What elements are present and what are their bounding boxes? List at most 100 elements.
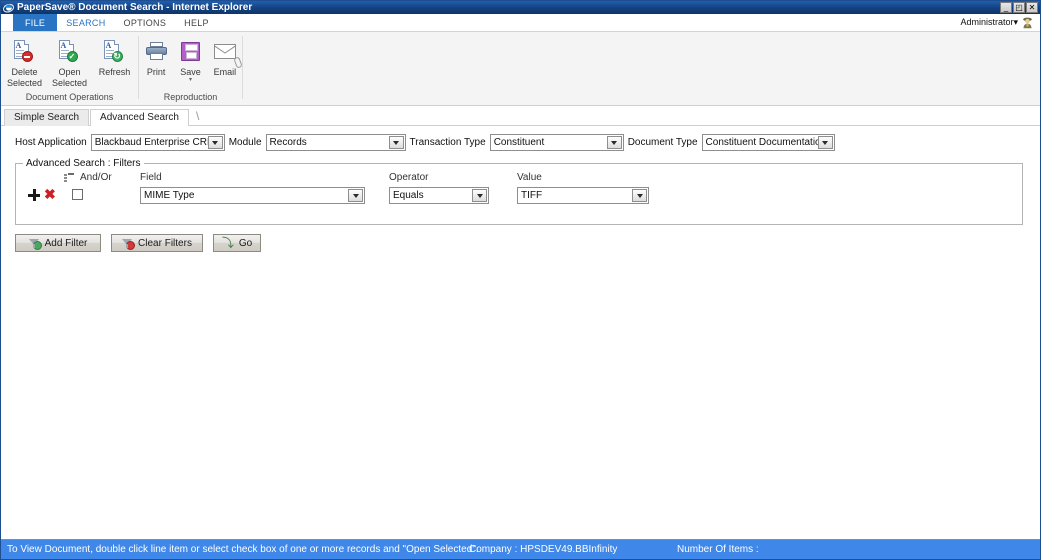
advanced-search-filters-group: Advanced Search : Filters And/Or Field O… bbox=[15, 158, 1023, 225]
ie-icon bbox=[2, 2, 15, 13]
document-delete-icon: A bbox=[11, 39, 39, 65]
document-type-value: Constituent Documentation bbox=[705, 137, 827, 148]
chevron-down-icon[interactable] bbox=[348, 189, 363, 202]
restore-button[interactable]: ◰ bbox=[1013, 2, 1025, 13]
ribbon-group-reproduction: Print Save ▾ Email Reproduction bbox=[139, 32, 243, 105]
user-menu[interactable]: Administrator▾ bbox=[960, 14, 1040, 31]
chevron-down-icon[interactable] bbox=[817, 136, 833, 149]
tab-simple-search[interactable]: Simple Search bbox=[4, 109, 90, 126]
filter-field-value: MIME Type bbox=[144, 190, 195, 201]
filter-value-select[interactable]: TIFF bbox=[517, 187, 649, 204]
print-label: Print bbox=[146, 67, 166, 77]
filter-row-checkbox[interactable] bbox=[72, 189, 83, 200]
chevron-down-icon[interactable] bbox=[472, 189, 487, 202]
print-button[interactable]: Print bbox=[139, 35, 173, 92]
ribbon-group-title-reproduction: Reproduction bbox=[163, 92, 218, 102]
status-item-count: Number Of Items : bbox=[677, 544, 759, 555]
application-window: PaperSave® Document Search - Internet Ex… bbox=[0, 0, 1041, 560]
user-menu-label: Administrator▾ bbox=[960, 17, 1018, 27]
tab-strip-tail: \ bbox=[195, 109, 200, 123]
search-criteria-bar: Host Application Blackbaud Enterprise CR… bbox=[1, 126, 1040, 151]
user-avatar-icon bbox=[1021, 16, 1034, 29]
minimize-button[interactable]: _ bbox=[1000, 2, 1012, 13]
title-bar: PaperSave® Document Search - Internet Ex… bbox=[1, 1, 1040, 14]
ribbon-separator-end bbox=[242, 36, 243, 99]
go-button[interactable]: ⤵ Go bbox=[213, 234, 261, 252]
module-value: Records bbox=[269, 137, 307, 148]
transaction-type-label: Transaction Type bbox=[409, 137, 486, 148]
ribbon-group-items: Print Save ▾ Email bbox=[139, 35, 243, 92]
ribbon-toolbar: A Delete Selected A ✓ Open Selected A ↻ … bbox=[1, 32, 1040, 106]
ribbon-group-items: A Delete Selected A ✓ Open Selected A ↻ … bbox=[1, 35, 138, 92]
window-controls: _ ◰ ✕ bbox=[1000, 2, 1039, 13]
chevron-down-icon[interactable] bbox=[388, 136, 404, 149]
go-arrow-icon: ⤵ bbox=[221, 235, 234, 250]
content-area: Host Application Blackbaud Enterprise CR… bbox=[1, 126, 1040, 411]
chevron-down-icon[interactable] bbox=[632, 189, 647, 202]
ribbon-group-title-document-operations: Document Operations bbox=[25, 92, 114, 102]
status-message: To View Document, double click line item… bbox=[7, 544, 479, 555]
menu-item-help[interactable]: HELP bbox=[175, 14, 218, 31]
title-bar-left: PaperSave® Document Search - Internet Ex… bbox=[2, 2, 1000, 13]
refresh-label: Refresh bbox=[98, 67, 131, 77]
refresh-button[interactable]: A Refresh bbox=[92, 35, 137, 92]
document-open-icon: A bbox=[56, 39, 84, 65]
filter-row: ✖ MIME Type Equals TIFF bbox=[16, 187, 1022, 208]
funnel-clear-icon bbox=[122, 238, 136, 250]
transaction-type-select[interactable]: Constituent bbox=[489, 134, 624, 151]
module-label: Module bbox=[228, 137, 262, 148]
status-bar: To View Document, double click line item… bbox=[1, 539, 1040, 559]
column-header-operator: Operator bbox=[389, 172, 429, 183]
envelope-attachment-icon bbox=[211, 39, 243, 69]
email-label: Email bbox=[213, 67, 237, 77]
add-filter-button[interactable]: Add Filter bbox=[15, 234, 101, 252]
menu-item-file[interactable]: FILE bbox=[13, 14, 58, 31]
tab-advanced-search[interactable]: Advanced Search bbox=[90, 109, 189, 126]
host-application-value: Blackbaud Enterprise CRM bbox=[94, 137, 216, 148]
chevron-down-icon[interactable] bbox=[207, 136, 223, 149]
delete-selected-button[interactable]: A Delete Selected bbox=[2, 35, 47, 92]
document-refresh-icon: A bbox=[101, 39, 129, 65]
clear-filters-button[interactable]: Clear Filters bbox=[111, 234, 203, 252]
save-button[interactable]: Save ▾ bbox=[173, 35, 207, 92]
window-title: PaperSave® Document Search - Internet Ex… bbox=[17, 2, 253, 13]
host-application-label: Host Application bbox=[15, 137, 87, 148]
filter-operator-value: Equals bbox=[393, 190, 424, 201]
transaction-type-value: Constituent bbox=[493, 137, 545, 148]
filters-group-title: Advanced Search : Filters bbox=[23, 158, 144, 169]
module-select[interactable]: Records bbox=[265, 134, 406, 151]
status-company: Company : HPSDEV49.BBInfinity bbox=[469, 544, 618, 555]
ribbon-group-document-operations: A Delete Selected A ✓ Open Selected A ↻ … bbox=[1, 32, 138, 105]
search-tabs: Simple Search Advanced Search \ bbox=[1, 106, 1040, 126]
menu-item-search[interactable]: SEARCH bbox=[57, 14, 114, 31]
column-header-value: Value bbox=[517, 172, 542, 183]
filter-field-select[interactable]: MIME Type bbox=[140, 187, 365, 204]
document-type-select[interactable]: Constituent Documentation bbox=[701, 134, 835, 151]
host-application-select[interactable]: Blackbaud Enterprise CRM bbox=[90, 134, 225, 151]
column-header-andor: And/Or bbox=[80, 172, 112, 183]
open-selected-label: Open Selected bbox=[51, 67, 88, 88]
close-button[interactable]: ✕ bbox=[1026, 2, 1038, 13]
filter-value-value: TIFF bbox=[521, 190, 543, 201]
add-filter-row-icon[interactable] bbox=[28, 189, 40, 201]
open-selected-button[interactable]: A Open Selected bbox=[47, 35, 92, 92]
delete-filter-row-icon[interactable]: ✖ bbox=[44, 187, 57, 201]
delete-selected-label: Delete Selected bbox=[6, 67, 43, 88]
document-type-label: Document Type bbox=[627, 137, 698, 148]
email-button[interactable]: Email bbox=[208, 35, 243, 92]
menu-bar: FILE SEARCH OPTIONS HELP Administrator▾ bbox=[1, 14, 1040, 32]
filter-list-icon bbox=[64, 173, 74, 183]
filters-column-headers: And/Or Field Operator Value bbox=[16, 172, 1022, 186]
printer-icon bbox=[142, 39, 170, 65]
filter-actions: Add Filter Clear Filters ⤵ Go bbox=[15, 234, 1040, 252]
funnel-add-icon bbox=[28, 238, 42, 250]
clear-filters-label: Clear Filters bbox=[138, 237, 192, 249]
chevron-down-icon[interactable] bbox=[606, 136, 622, 149]
chevron-down-icon[interactable]: ▾ bbox=[189, 77, 192, 83]
add-filter-label: Add Filter bbox=[44, 237, 88, 249]
filter-operator-select[interactable]: Equals bbox=[389, 187, 489, 204]
menu-item-options[interactable]: OPTIONS bbox=[115, 14, 176, 31]
go-label: Go bbox=[238, 237, 253, 249]
column-header-field: Field bbox=[140, 172, 162, 183]
floppy-disk-icon bbox=[176, 39, 204, 65]
